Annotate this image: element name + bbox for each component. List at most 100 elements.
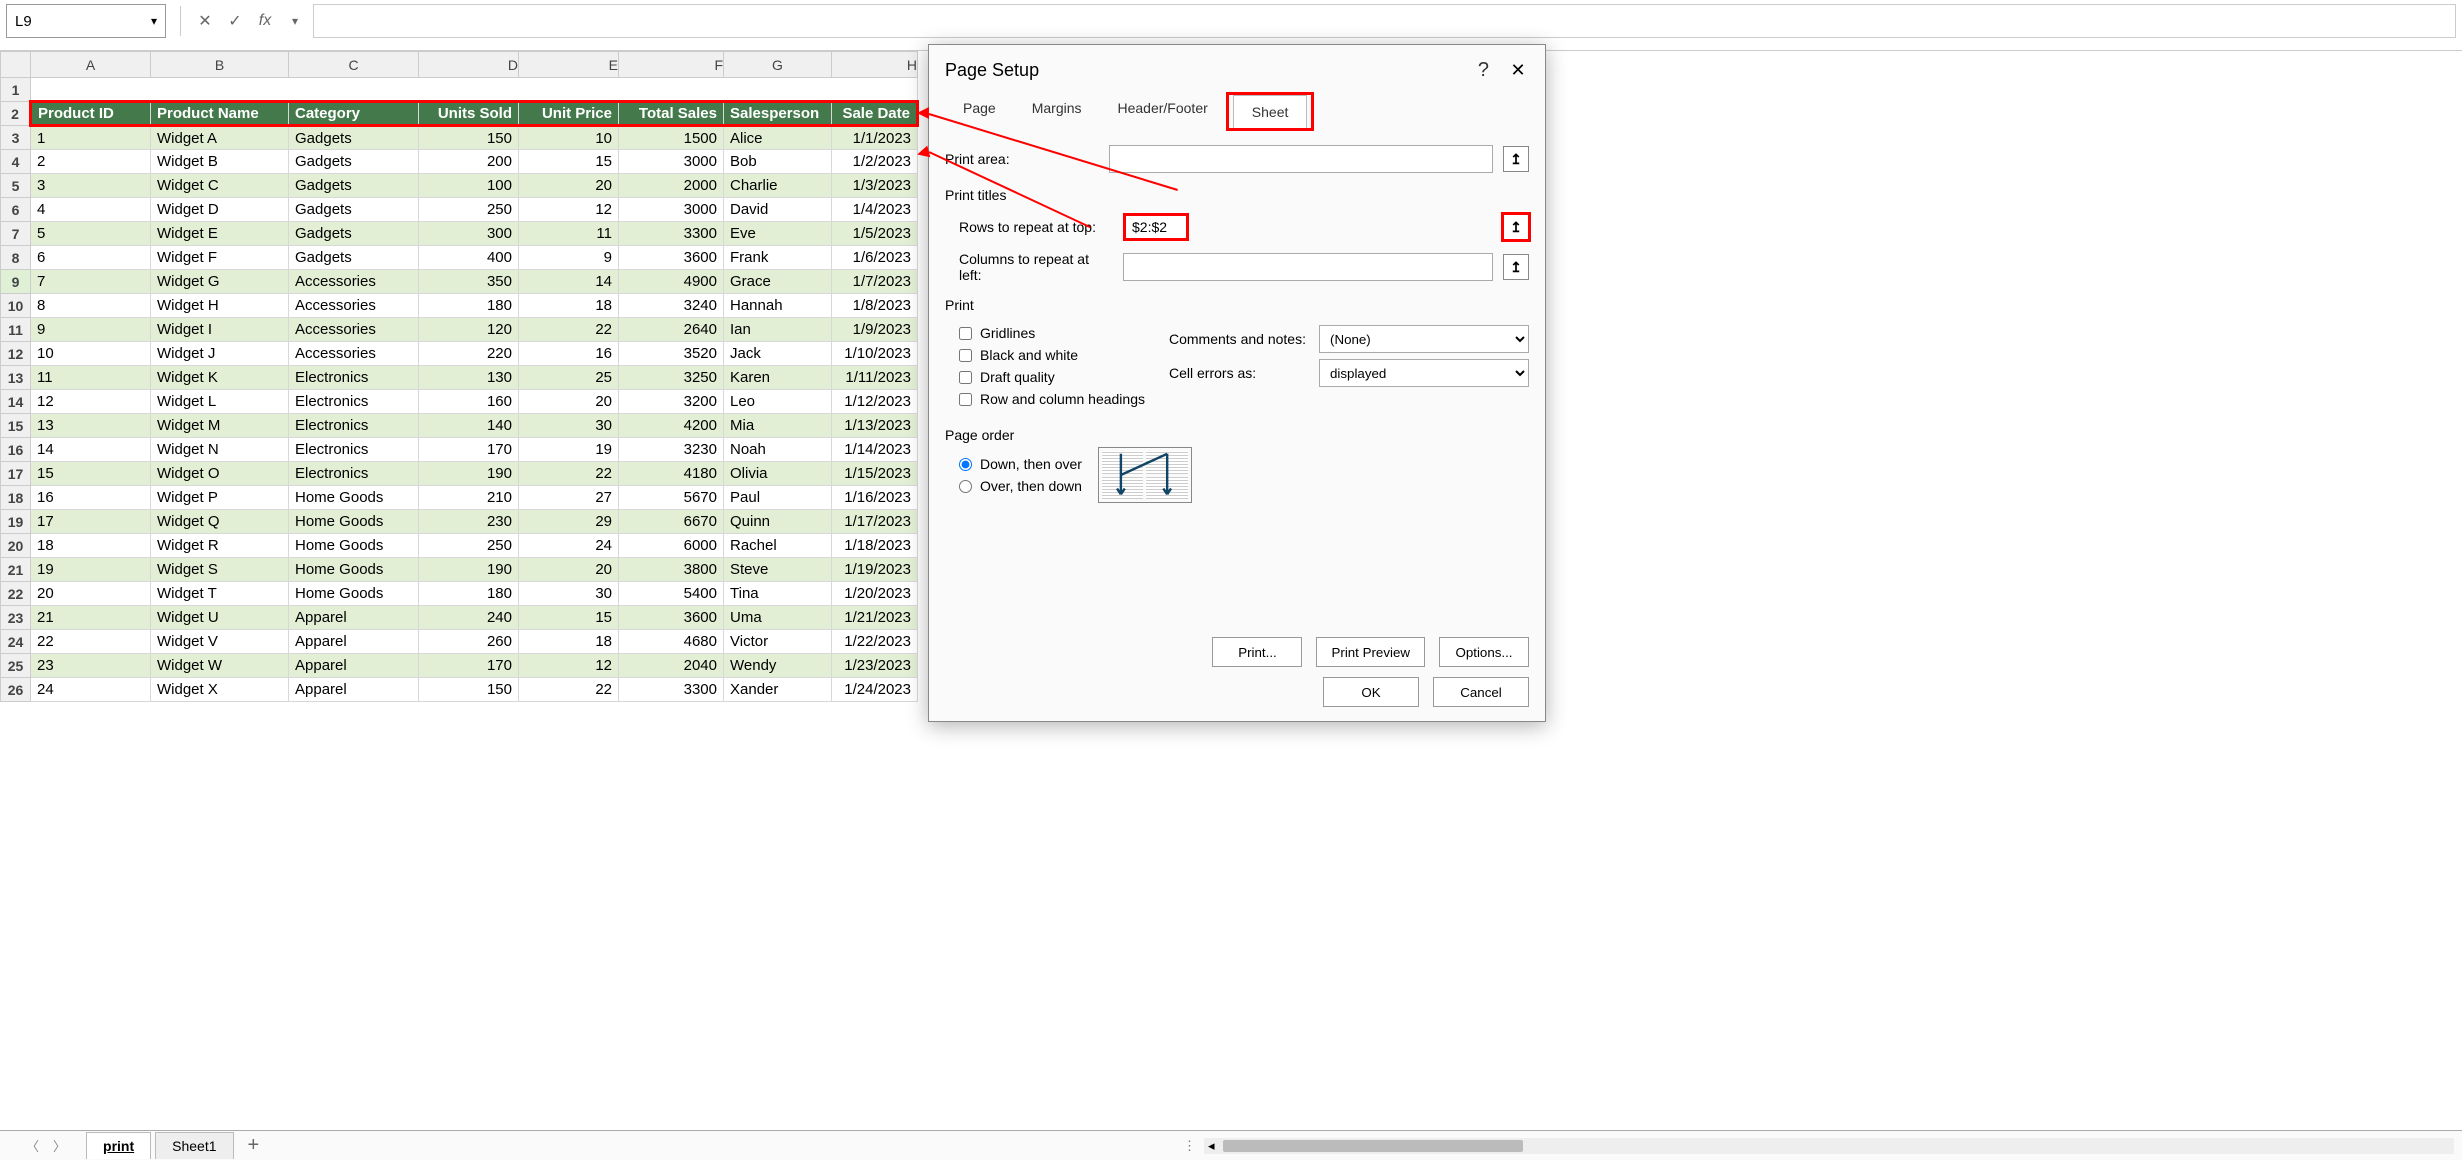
cell-unit-price[interactable]: 10 (519, 126, 619, 150)
rows-repeat-input-rest[interactable] (1199, 213, 1493, 241)
cell-total-sales[interactable]: 3000 (619, 198, 724, 222)
cell-category[interactable]: Accessories (289, 294, 419, 318)
cell-sale-date[interactable]: 1/14/2023 (832, 438, 918, 462)
cell-sale-date[interactable]: 1/13/2023 (832, 414, 918, 438)
table-header-cell[interactable]: Sale Date (832, 102, 918, 126)
cell-salesperson[interactable]: Xander (724, 678, 832, 702)
cell-units-sold[interactable]: 240 (419, 606, 519, 630)
cell-salesperson[interactable]: Eve (724, 222, 832, 246)
cell-category[interactable]: Apparel (289, 654, 419, 678)
sheet-tab-print[interactable]: print (86, 1132, 151, 1159)
cell-total-sales[interactable]: 4900 (619, 270, 724, 294)
tab-sheet[interactable]: Sheet (1233, 95, 1308, 128)
cell-salesperson[interactable]: Karen (724, 366, 832, 390)
table-header-cell[interactable]: Product ID (31, 102, 151, 126)
cell-units-sold[interactable]: 100 (419, 174, 519, 198)
cell-product-name[interactable]: Widget C (151, 174, 289, 198)
cell-total-sales[interactable]: 6670 (619, 510, 724, 534)
cell-unit-price[interactable]: 19 (519, 438, 619, 462)
cell-category[interactable]: Accessories (289, 318, 419, 342)
row-header[interactable]: 1 (1, 78, 31, 102)
cell-sale-date[interactable]: 1/21/2023 (832, 606, 918, 630)
cell-product-name[interactable]: Widget U (151, 606, 289, 630)
cell-sale-date[interactable]: 1/10/2023 (832, 342, 918, 366)
cell-salesperson[interactable]: Charlie (724, 174, 832, 198)
cell-units-sold[interactable]: 400 (419, 246, 519, 270)
cell-sale-date[interactable]: 1/5/2023 (832, 222, 918, 246)
cell-product-id[interactable]: 15 (31, 462, 151, 486)
cell-category[interactable]: Electronics (289, 462, 419, 486)
row-header[interactable]: 21 (1, 558, 31, 582)
cell-unit-price[interactable]: 11 (519, 222, 619, 246)
cell-salesperson[interactable]: Wendy (724, 654, 832, 678)
cell-sale-date[interactable]: 1/20/2023 (832, 582, 918, 606)
cell-sale-date[interactable]: 1/1/2023 (832, 126, 918, 150)
cell-units-sold[interactable]: 170 (419, 438, 519, 462)
row-header[interactable]: 19 (1, 510, 31, 534)
cell-units-sold[interactable]: 180 (419, 294, 519, 318)
cell-sale-date[interactable]: 1/12/2023 (832, 390, 918, 414)
help-icon[interactable]: ? (1478, 59, 1489, 82)
cell-unit-price[interactable]: 22 (519, 462, 619, 486)
errors-select[interactable]: displayed (1319, 359, 1529, 387)
cell-product-name[interactable]: Widget G (151, 270, 289, 294)
cell-units-sold[interactable]: 210 (419, 486, 519, 510)
sheet-tab-sheet1[interactable]: Sheet1 (155, 1132, 233, 1159)
cell-product-name[interactable]: Widget M (151, 414, 289, 438)
cell-product-id[interactable]: 22 (31, 630, 151, 654)
over-down-radio[interactable] (959, 480, 972, 493)
row-header[interactable]: 9 (1, 270, 31, 294)
cell-product-id[interactable]: 9 (31, 318, 151, 342)
cell-salesperson[interactable]: Olivia (724, 462, 832, 486)
table-header-cell[interactable]: Salesperson (724, 102, 832, 126)
cell-product-name[interactable]: Widget K (151, 366, 289, 390)
chevron-down-icon[interactable]: ▾ (151, 14, 157, 28)
tab-page[interactable]: Page (945, 92, 1014, 131)
column-header[interactable]: D (419, 52, 519, 78)
cell-product-id[interactable]: 16 (31, 486, 151, 510)
row-header[interactable]: 4 (1, 150, 31, 174)
cell-unit-price[interactable]: 22 (519, 678, 619, 702)
cell-total-sales[interactable]: 3600 (619, 246, 724, 270)
black-white-checkbox[interactable] (959, 349, 972, 362)
cell-product-name[interactable]: Widget H (151, 294, 289, 318)
cell-unit-price[interactable]: 24 (519, 534, 619, 558)
cell-category[interactable]: Apparel (289, 678, 419, 702)
cell-unit-price[interactable]: 12 (519, 654, 619, 678)
cell-salesperson[interactable]: Quinn (724, 510, 832, 534)
cell-sale-date[interactable]: 1/6/2023 (832, 246, 918, 270)
cell-total-sales[interactable]: 3000 (619, 150, 724, 174)
cell-product-name[interactable]: Widget O (151, 462, 289, 486)
row-header[interactable]: 26 (1, 678, 31, 702)
cell-product-id[interactable]: 21 (31, 606, 151, 630)
cell-sale-date[interactable]: 1/3/2023 (832, 174, 918, 198)
cancel-button[interactable]: Cancel (1433, 677, 1529, 707)
cell-category[interactable]: Accessories (289, 270, 419, 294)
cell-unit-price[interactable]: 20 (519, 390, 619, 414)
cancel-input-icon[interactable]: ✕ (195, 11, 215, 31)
select-all-corner[interactable] (1, 52, 31, 78)
cell-category[interactable]: Electronics (289, 438, 419, 462)
cell-category[interactable]: Gadgets (289, 246, 419, 270)
scrollbar-thumb[interactable] (1223, 1140, 1523, 1152)
row-header[interactable]: 3 (1, 126, 31, 150)
cell-product-name[interactable]: Widget P (151, 486, 289, 510)
row-header[interactable]: 22 (1, 582, 31, 606)
cell-product-name[interactable]: Widget J (151, 342, 289, 366)
cell-category[interactable]: Accessories (289, 342, 419, 366)
row-header[interactable]: 24 (1, 630, 31, 654)
cell-unit-price[interactable]: 15 (519, 150, 619, 174)
cell-sale-date[interactable]: 1/17/2023 (832, 510, 918, 534)
name-box[interactable]: L9 ▾ (6, 4, 166, 38)
cell-product-id[interactable]: 2 (31, 150, 151, 174)
cell-product-id[interactable]: 7 (31, 270, 151, 294)
cell-product-id[interactable]: 13 (31, 414, 151, 438)
row-header[interactable]: 14 (1, 390, 31, 414)
cell-product-id[interactable]: 6 (31, 246, 151, 270)
cell-units-sold[interactable]: 140 (419, 414, 519, 438)
column-header[interactable]: C (289, 52, 419, 78)
cell-total-sales[interactable]: 4200 (619, 414, 724, 438)
tab-header-footer[interactable]: Header/Footer (1100, 92, 1226, 131)
cell-product-id[interactable]: 4 (31, 198, 151, 222)
scroll-left-icon[interactable]: ◂ (1204, 1138, 1219, 1154)
